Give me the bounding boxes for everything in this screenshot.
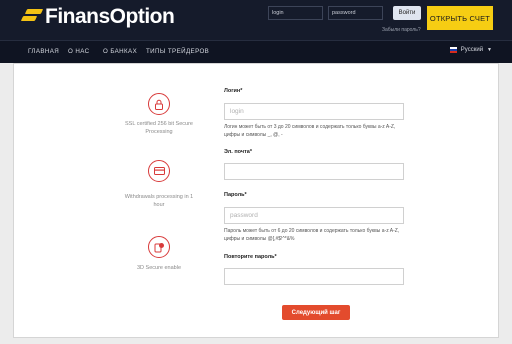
language-label: Русский: [460, 47, 484, 53]
password-label: Пароль*: [224, 192, 247, 198]
russia-flag-icon: [449, 47, 457, 53]
main-nav: ГЛАВНАЯ О НАС О БАНКАХ ТИПЫ ТРЕЙДЕРОВ Ру…: [0, 40, 512, 63]
login-field[interactable]: [224, 103, 404, 120]
logo-text: FinansOption: [45, 5, 175, 28]
email-label: Эл. почта*: [224, 149, 252, 155]
logo-mark-icon: [20, 9, 44, 25]
repeat-password-field[interactable]: [224, 268, 404, 285]
header-login-input[interactable]: [268, 6, 323, 20]
next-step-button[interactable]: Следующий шаг: [282, 305, 350, 320]
credit-card-icon: [148, 160, 170, 182]
logo[interactable]: FinansOption: [20, 5, 175, 28]
nav-item-banks[interactable]: О БАНКАХ: [103, 48, 137, 55]
secure-3d-icon: [148, 236, 170, 258]
lock-icon: [148, 93, 170, 115]
chevron-down-icon: ▼: [487, 47, 492, 53]
feature-withdrawals-text: Withdrawals processing in 1 hour: [124, 194, 194, 208]
login-hint: Логин может быть от 3 до 20 символов и с…: [224, 124, 396, 138]
email-field[interactable]: [224, 163, 404, 180]
login-label: Логин*: [224, 88, 243, 94]
password-field[interactable]: [224, 207, 404, 224]
password-hint: Пароль может быть от 6 до 20 символов и …: [224, 228, 400, 242]
repeat-password-label: Повторите пароль*: [224, 254, 277, 260]
nav-item-home[interactable]: ГЛАВНАЯ: [28, 48, 59, 55]
header-password-input[interactable]: [328, 6, 383, 20]
feature-3dsecure-text: 3D Secure enable: [136, 265, 182, 271]
nav-item-about[interactable]: О НАС: [68, 48, 89, 55]
login-button[interactable]: Войти: [393, 6, 421, 20]
language-selector[interactable]: Русский ▼: [449, 47, 492, 53]
forgot-password-link[interactable]: Забыли пароль?: [382, 27, 421, 33]
open-account-button[interactable]: ОТКРЫТЬ СЧЕТ: [427, 6, 493, 30]
feature-ssl-text: SSL certified 256 bit Secure Processing: [125, 121, 193, 135]
nav-item-trader-types[interactable]: ТИПЫ ТРЕЙДЕРОВ: [146, 48, 209, 55]
top-header: FinansOption Войти Забыли пароль? ОТКРЫТ…: [0, 0, 512, 40]
